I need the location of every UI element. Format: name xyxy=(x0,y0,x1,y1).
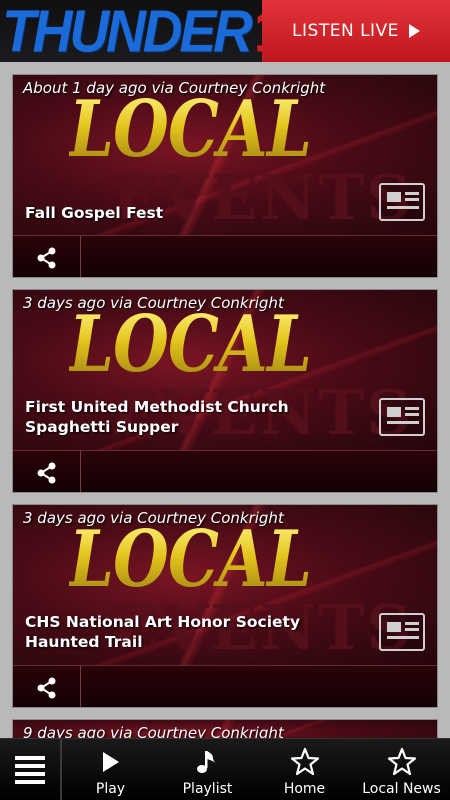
nav-items: Play Playlist Home Local News xyxy=(62,739,450,800)
listen-live-button[interactable]: LISTEN LIVE xyxy=(262,0,450,62)
nav-playlist[interactable]: Playlist xyxy=(159,739,256,800)
share-icon xyxy=(37,677,55,698)
card-meta: 3 days ago via Courtney Conkright xyxy=(23,509,284,527)
nav-home[interactable]: Home xyxy=(256,739,353,800)
play-icon xyxy=(408,24,420,38)
menu-icon xyxy=(15,756,45,760)
logo-word: THUNDER xyxy=(2,0,253,62)
nav-local-news[interactable]: Local News xyxy=(353,739,450,800)
feed-card[interactable]: LOCAL EVENTS 3 days ago via Courtney Con… xyxy=(12,289,438,493)
nav-play[interactable]: Play xyxy=(62,739,159,800)
card-action-bar xyxy=(13,450,437,492)
card-image-local-word: LOCAL xyxy=(69,84,312,175)
app-header: THUNDER103 LISTEN LIVE xyxy=(0,0,450,62)
station-logo: THUNDER103 xyxy=(0,0,262,62)
share-icon xyxy=(37,247,55,268)
star-icon xyxy=(387,747,416,776)
feed-card[interactable]: LOCAL EVENTS 3 days ago via Courtney Con… xyxy=(12,504,438,708)
card-title: CHS National Art Honor Society Haunted T… xyxy=(25,613,301,651)
card-meta: About 1 day ago via Courtney Conkright xyxy=(23,79,326,97)
bottom-nav: Play Playlist Home Local News xyxy=(0,738,450,800)
share-button[interactable] xyxy=(13,666,81,707)
listen-live-label: LISTEN LIVE xyxy=(292,21,399,41)
card-title: Fall Gospel Fest xyxy=(25,204,164,222)
music-note-icon xyxy=(196,751,216,773)
card-title: First United Methodist Church Spaghetti … xyxy=(25,398,289,436)
news-feed: LOCAL EVENTS About 1 day ago via Courtne… xyxy=(12,74,438,749)
card-image-local-word: LOCAL xyxy=(69,299,312,390)
nav-home-label: Home xyxy=(283,781,326,797)
feed-card[interactable]: LOCAL EVENTS About 1 day ago via Courtne… xyxy=(12,74,438,278)
card-meta: 3 days ago via Courtney Conkright xyxy=(23,294,284,312)
logo-text: THUNDER103 xyxy=(2,1,262,60)
logo-number: 103 xyxy=(254,0,262,62)
menu-button[interactable] xyxy=(0,739,62,800)
nav-play-label: Play xyxy=(95,781,126,797)
star-icon xyxy=(290,747,319,776)
news-article-icon xyxy=(379,183,425,221)
share-icon xyxy=(37,462,55,483)
share-button[interactable] xyxy=(13,451,81,492)
play-icon xyxy=(102,752,119,772)
share-button[interactable] xyxy=(13,236,81,277)
card-action-bar xyxy=(13,665,437,707)
news-article-icon xyxy=(379,398,425,436)
news-article-icon xyxy=(379,613,425,651)
card-image-local-word: LOCAL xyxy=(69,514,312,605)
nav-local-news-label: Local News xyxy=(362,781,441,797)
card-action-bar xyxy=(13,235,437,277)
nav-playlist-label: Playlist xyxy=(182,781,233,797)
